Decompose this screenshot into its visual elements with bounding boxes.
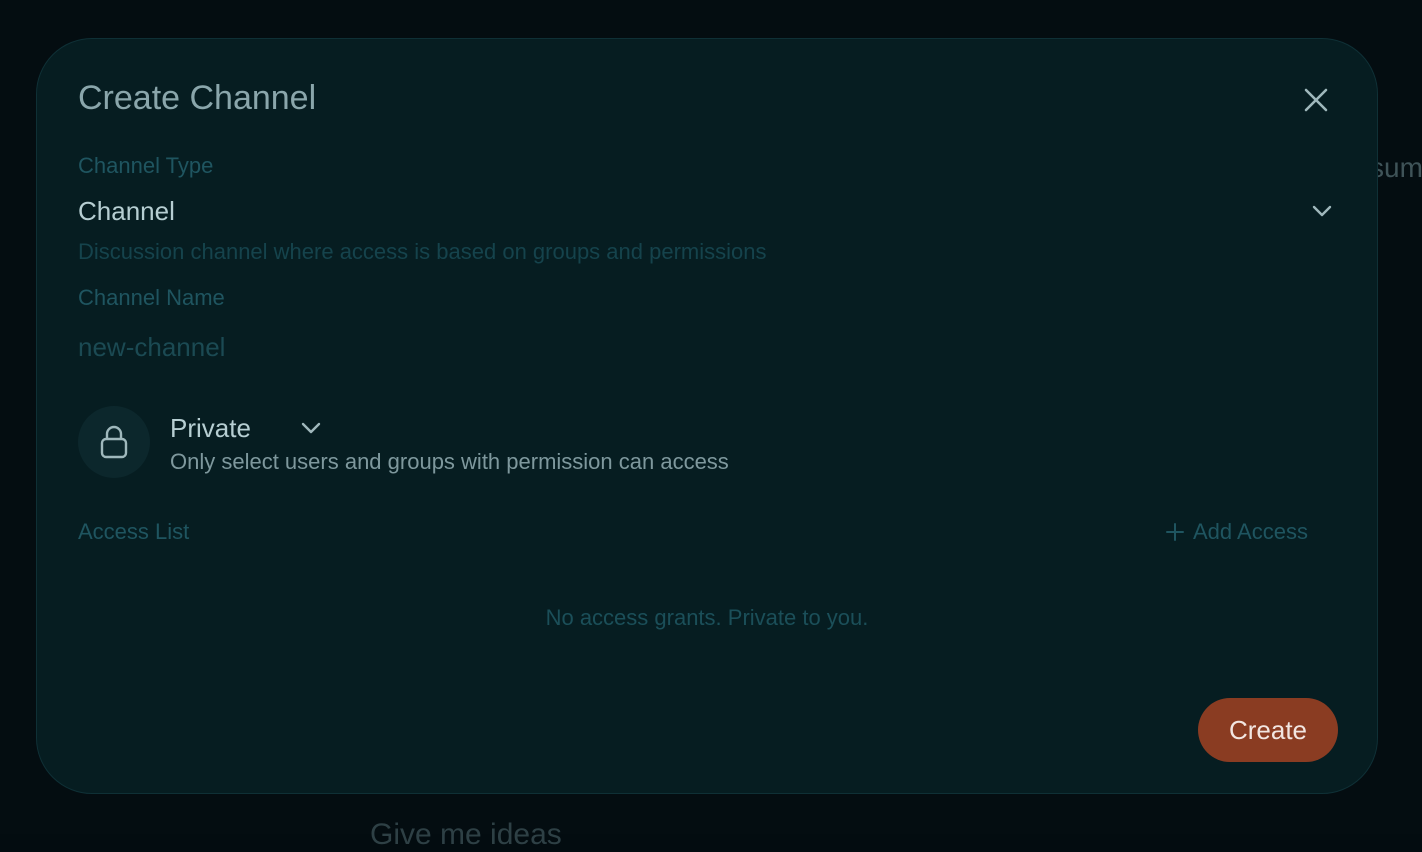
- create-button[interactable]: Create: [1198, 698, 1338, 762]
- access-list-label: Access List: [78, 519, 190, 544]
- create-channel-modal: Create Channel Channel Type Channel Disc…: [36, 38, 1378, 794]
- close-icon: [1304, 88, 1328, 112]
- privacy-icon-badge: [78, 406, 150, 478]
- channel-type-value: Channel: [78, 195, 175, 226]
- channel-name-label: Channel Name: [78, 285, 225, 310]
- channel-type-select[interactable]: Channel: [78, 191, 1334, 231]
- privacy-select[interactable]: Private: [170, 411, 323, 445]
- channel-type-label: Channel Type: [78, 153, 214, 178]
- chevron-down-icon: [301, 422, 321, 434]
- background-text-bottom: Give me ideas: [370, 818, 562, 851]
- add-access-label: Add Access: [1193, 519, 1308, 544]
- channel-type-description: Discussion channel where access is based…: [78, 239, 767, 264]
- chevron-down-icon: [1312, 205, 1332, 217]
- add-access-button[interactable]: Add Access: [1165, 517, 1308, 547]
- access-list-empty-state: No access grants. Private to you.: [545, 605, 869, 630]
- close-button[interactable]: [1299, 83, 1333, 117]
- modal-title: Create Channel: [78, 79, 317, 117]
- lock-icon: [100, 425, 128, 459]
- privacy-description: Only select users and groups with permis…: [170, 449, 729, 474]
- privacy-value: Private: [170, 412, 251, 443]
- channel-name-input[interactable]: [78, 327, 1334, 367]
- plus-icon: [1166, 523, 1184, 541]
